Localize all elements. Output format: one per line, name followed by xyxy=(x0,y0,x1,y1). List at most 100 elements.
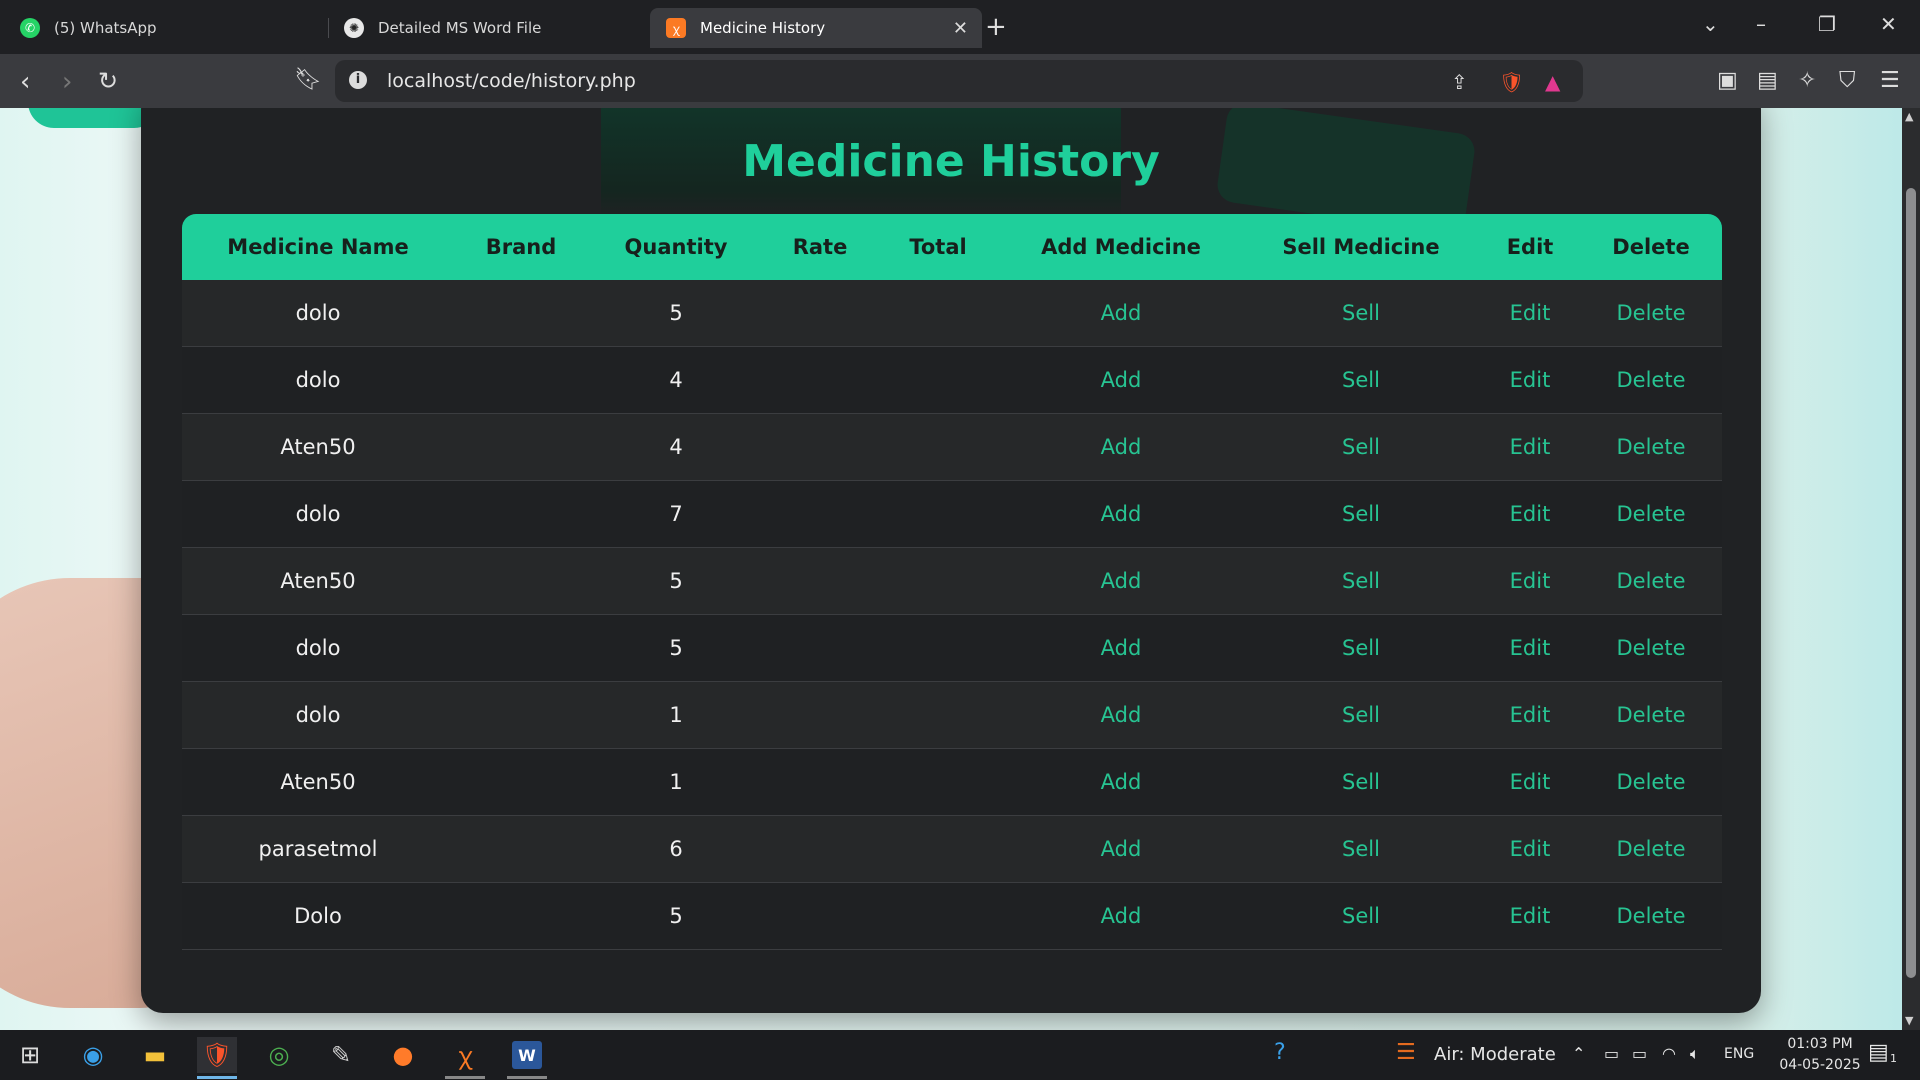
edit-link[interactable]: Edit xyxy=(1480,502,1580,526)
close-tab-icon[interactable]: ✕ xyxy=(953,18,968,39)
sell-medicine-link[interactable]: Sell xyxy=(1242,301,1480,325)
sell-medicine-link[interactable]: Sell xyxy=(1242,636,1480,660)
brave-icon[interactable]: 🛡︎ xyxy=(197,1037,237,1073)
start-icon[interactable]: ⊞ xyxy=(10,1037,50,1073)
forward-icon[interactable]: › xyxy=(62,67,72,97)
column-header: Quantity xyxy=(624,235,728,259)
show-hidden-icons-icon[interactable]: ⌃ xyxy=(1572,1044,1585,1063)
chrome-icon[interactable]: ◎ xyxy=(259,1037,299,1073)
volume-icon[interactable]: 🔈︎ xyxy=(1690,1044,1700,1064)
table-row: dolo 4 Add Sell Edit Delete xyxy=(182,347,1722,414)
tab-list-chevron-icon[interactable]: ⌄ xyxy=(1702,12,1719,36)
url-text[interactable]: localhost/code/history.php xyxy=(387,70,636,92)
quantity-cell: 1 xyxy=(669,703,683,727)
wifi-icon[interactable]: ◠ xyxy=(1662,1044,1676,1063)
new-tab-button[interactable]: + xyxy=(985,12,1007,42)
brave-shields-icon[interactable]: 🛡︎ xyxy=(1499,70,1524,94)
edit-link[interactable]: Edit xyxy=(1480,636,1580,660)
edit-link[interactable]: Edit xyxy=(1480,703,1580,727)
edit-link[interactable]: Edit xyxy=(1480,569,1580,593)
quantity-cell: 1 xyxy=(669,770,683,794)
edit-link[interactable]: Edit xyxy=(1480,301,1580,325)
scrollbar-thumb[interactable] xyxy=(1906,188,1916,978)
tab-word-file[interactable]: ✺ Detailed MS Word File xyxy=(334,8,654,48)
add-medicine-link[interactable]: Add xyxy=(1000,301,1242,325)
edit-link[interactable]: Edit xyxy=(1480,435,1580,459)
delete-link[interactable]: Delete xyxy=(1580,703,1722,727)
page-scrollbar[interactable]: ▲ ▼ xyxy=(1902,108,1920,1030)
meet-icon[interactable]: ▭ xyxy=(1604,1044,1619,1063)
edit-link[interactable]: Edit xyxy=(1480,368,1580,392)
add-medicine-link[interactable]: Add xyxy=(1000,636,1242,660)
sell-medicine-link[interactable]: Sell xyxy=(1242,770,1480,794)
sell-medicine-link[interactable]: Sell xyxy=(1242,904,1480,928)
word-icon[interactable]: W xyxy=(512,1041,542,1069)
sell-medicine-link[interactable]: Sell xyxy=(1242,368,1480,392)
sell-medicine-link[interactable]: Sell xyxy=(1242,837,1480,861)
clock[interactable]: 01:03 PM 04-05-2025 xyxy=(1770,1034,1870,1076)
edit-link[interactable]: Edit xyxy=(1480,837,1580,861)
scroll-down-icon[interactable]: ▼ xyxy=(1905,1014,1913,1027)
close-window-icon[interactable]: ✕ xyxy=(1880,12,1897,36)
language-indicator[interactable]: ENG xyxy=(1724,1046,1754,1062)
sell-medicine-link[interactable]: Sell xyxy=(1242,569,1480,593)
help-icon[interactable]: ? xyxy=(1274,1040,1286,1065)
table-row: Dolo 5 Add Sell Edit Delete xyxy=(182,883,1722,950)
quantity-cell: 4 xyxy=(669,435,683,459)
sell-medicine-link[interactable]: Sell xyxy=(1242,435,1480,459)
add-medicine-link[interactable]: Add xyxy=(1000,368,1242,392)
delete-link[interactable]: Delete xyxy=(1580,770,1722,794)
reload-icon[interactable]: ↻ xyxy=(98,67,118,95)
paint-icon[interactable]: ✎ xyxy=(321,1037,361,1073)
add-medicine-link[interactable]: Add xyxy=(1000,435,1242,459)
scroll-up-icon[interactable]: ▲ xyxy=(1905,110,1913,123)
tab-title: (5) WhatsApp xyxy=(54,19,157,37)
active-app-indicator xyxy=(197,1076,237,1079)
sell-medicine-link[interactable]: Sell xyxy=(1242,502,1480,526)
delete-link[interactable]: Delete xyxy=(1580,569,1722,593)
address-bar[interactable]: i localhost/code/history.php ⇪ 🛡︎ ▲ xyxy=(335,60,1583,102)
add-medicine-link[interactable]: Add xyxy=(1000,502,1242,526)
add-medicine-link[interactable]: Add xyxy=(1000,904,1242,928)
edit-link[interactable]: Edit xyxy=(1480,770,1580,794)
weather-text[interactable]: Air: Moderate xyxy=(1434,1044,1556,1065)
quantity-cell: 4 xyxy=(669,368,683,392)
notification-icon[interactable]: ▤ xyxy=(1868,1040,1889,1065)
add-medicine-link[interactable]: Add xyxy=(1000,837,1242,861)
menu-icon[interactable]: ☰ xyxy=(1880,68,1900,93)
file-explorer-icon[interactable]: ▬ xyxy=(135,1037,175,1073)
delete-link[interactable]: Delete xyxy=(1580,636,1722,660)
add-medicine-link[interactable]: Add xyxy=(1000,703,1242,727)
sell-medicine-link[interactable]: Sell xyxy=(1242,703,1480,727)
sidebar-icon[interactable]: ▣ xyxy=(1717,68,1738,93)
wallet-icon[interactable]: ▤ xyxy=(1757,68,1778,93)
vpn-icon[interactable]: ⛉ xyxy=(1839,68,1856,93)
delete-link[interactable]: Delete xyxy=(1580,502,1722,526)
tab-whatsapp[interactable]: ✆ (5) WhatsApp xyxy=(10,8,330,48)
add-medicine-link[interactable]: Add xyxy=(1000,770,1242,794)
battery-icon[interactable]: ▭ xyxy=(1632,1044,1647,1063)
delete-link[interactable]: Delete xyxy=(1580,368,1722,392)
restore-icon[interactable]: ❐ xyxy=(1818,12,1836,36)
medicine-name-cell: Aten50 xyxy=(280,770,356,794)
edge-icon[interactable]: ◉ xyxy=(73,1037,113,1073)
back-icon[interactable]: ‹ xyxy=(20,67,30,97)
leo-ai-icon[interactable]: ✧ xyxy=(1798,68,1816,93)
bookmark-icon[interactable]: 🔖︎ xyxy=(294,67,322,92)
xampp-icon[interactable]: ꭓ xyxy=(445,1037,485,1073)
minimize-icon[interactable]: – xyxy=(1756,12,1766,36)
edit-link[interactable]: Edit xyxy=(1480,904,1580,928)
delete-link[interactable]: Delete xyxy=(1580,837,1722,861)
delete-link[interactable]: Delete xyxy=(1580,435,1722,459)
firefox-icon[interactable]: ● xyxy=(383,1037,423,1073)
tab-title: Medicine History xyxy=(700,19,826,37)
delete-link[interactable]: Delete xyxy=(1580,904,1722,928)
medicine-name-cell: dolo xyxy=(295,368,341,392)
tab-medicine-history[interactable]: ꭓ Medicine History ✕ xyxy=(650,8,982,48)
brave-rewards-icon[interactable]: ▲ xyxy=(1545,70,1560,94)
site-info-icon[interactable]: i xyxy=(349,71,367,89)
add-medicine-link[interactable]: Add xyxy=(1000,569,1242,593)
delete-link[interactable]: Delete xyxy=(1580,301,1722,325)
whatsapp-icon: ✆ xyxy=(20,18,40,38)
share-icon[interactable]: ⇪ xyxy=(1451,70,1468,94)
